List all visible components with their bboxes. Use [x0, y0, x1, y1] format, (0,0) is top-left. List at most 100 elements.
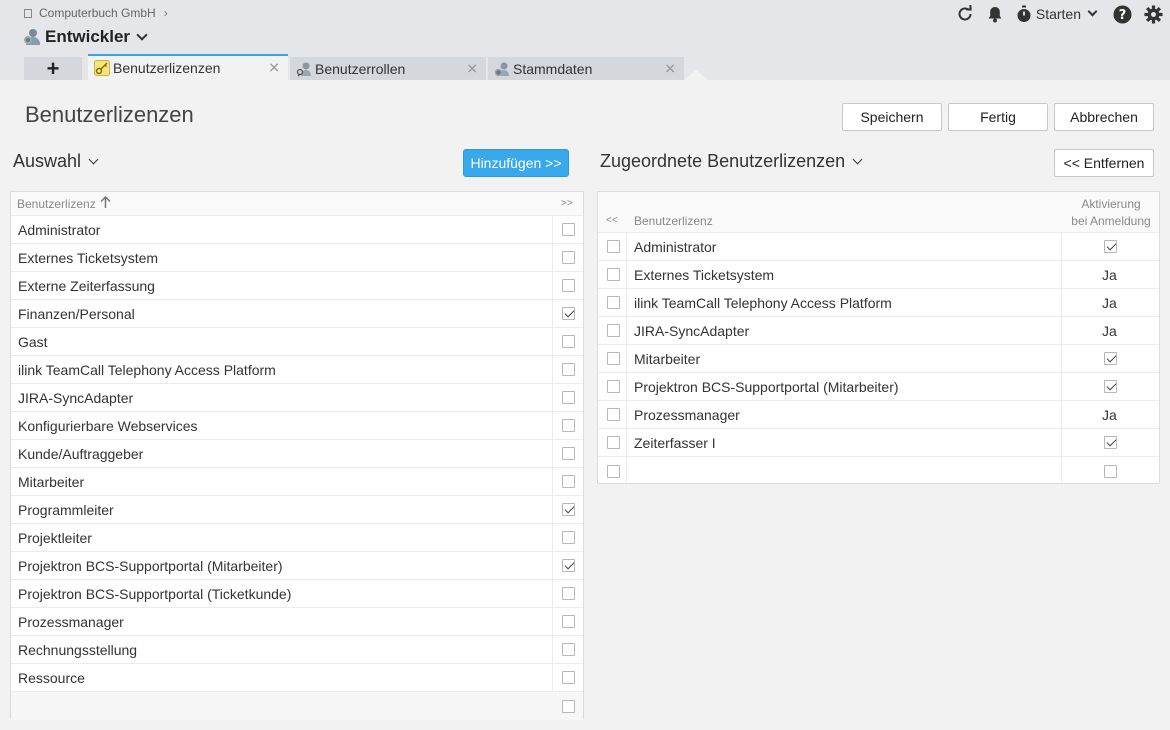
row-checkbox[interactable] [607, 268, 620, 281]
breadcrumb-company[interactable]: Computerbuch GmbH [39, 6, 156, 20]
activation-checkbox[interactable] [1104, 352, 1117, 365]
cancel-button[interactable]: Abbrechen [1054, 103, 1154, 131]
row-checkbox[interactable] [607, 324, 620, 337]
table-row[interactable]: JIRA-SyncAdapter Ja [598, 317, 1159, 345]
breadcrumb[interactable]: Computerbuch GmbH › [24, 6, 168, 20]
context-switcher[interactable]: Entwickler [24, 27, 148, 47]
list-item[interactable]: Projektron BCS-Supportportal (Ticketkund… [11, 580, 583, 608]
license-name: Administrator [18, 221, 101, 238]
column-header-benutzerlizenz[interactable]: Benutzerlizenz [17, 197, 96, 211]
help-icon[interactable]: ? [1106, 0, 1138, 28]
close-icon[interactable]: ✕ [466, 60, 478, 77]
table-row[interactable]: ilink TeamCall Telephony Access Platform… [598, 289, 1159, 317]
list-item[interactable]: Externes Ticketsystem [11, 244, 583, 272]
select-all-header[interactable]: >> [561, 198, 573, 209]
refresh-icon[interactable] [950, 0, 980, 28]
column-header-aktivierung[interactable]: Aktivierung [1062, 197, 1160, 211]
list-item[interactable]: Gast [11, 328, 583, 356]
list-item[interactable]: Externe Zeiterfassung [11, 272, 583, 300]
list-item[interactable]: Prozessmanager [11, 608, 583, 636]
bell-icon[interactable] [980, 0, 1010, 28]
zugeordnet-table: << Benutzerlizenz Aktivierung bei Anmeld… [597, 191, 1160, 484]
deselect-all-header[interactable]: << [606, 215, 618, 226]
list-item[interactable]: Konfigurierbare Webservices [11, 412, 583, 440]
tab-stammdaten[interactable]: Stammdaten ✕ [488, 57, 684, 80]
row-checkbox[interactable] [607, 380, 620, 393]
table-row[interactable]: Projektron BCS-Supportportal (Mitarbeite… [598, 373, 1159, 401]
row-checkbox[interactable] [562, 615, 575, 628]
row-checkbox[interactable] [607, 464, 620, 478]
done-button[interactable]: Fertig [948, 103, 1048, 131]
row-checkbox[interactable] [562, 587, 575, 600]
license-name: Prozessmanager [634, 406, 740, 423]
list-item[interactable]: Mitarbeiter [11, 468, 583, 496]
row-checkbox[interactable] [607, 296, 620, 309]
save-button[interactable]: Speichern [842, 103, 942, 131]
zugeordnet-section-title[interactable]: Zugeordnete Benutzerlizenzen [600, 151, 863, 172]
row-checkbox[interactable] [607, 436, 620, 449]
row-checkbox[interactable] [562, 251, 575, 264]
license-name: Administrator [634, 238, 717, 255]
row-checkbox[interactable] [562, 643, 575, 656]
license-name: Zeiterfasser I [634, 434, 716, 451]
license-name: ilink TeamCall Telephony Access Platform [18, 361, 276, 378]
row-checkbox[interactable] [607, 408, 620, 421]
list-item[interactable]: Rechnungsstellung [11, 636, 583, 664]
list-item[interactable]: JIRA-SyncAdapter [11, 384, 583, 412]
close-icon[interactable]: ✕ [664, 60, 676, 77]
row-checkbox[interactable] [562, 391, 575, 404]
add-button[interactable]: Hinzufügen >> [463, 149, 569, 177]
activation-checkbox[interactable] [1104, 240, 1117, 253]
start-timer-menu[interactable]: Starten [1016, 0, 1098, 28]
list-item[interactable]: Programmleiter [11, 496, 583, 524]
row-checkbox[interactable] [607, 240, 620, 253]
list-item[interactable]: ilink TeamCall Telephony Access Platform [11, 356, 583, 384]
settings-gear-icon[interactable] [1138, 0, 1168, 28]
row-checkbox[interactable] [562, 447, 575, 460]
row-checkbox[interactable] [562, 475, 575, 488]
new-tab-button[interactable]: + [24, 56, 82, 81]
row-checkbox[interactable] [562, 699, 575, 713]
activation-checkbox[interactable] [1104, 436, 1117, 449]
row-checkbox[interactable] [562, 531, 575, 544]
row-checkbox[interactable] [562, 363, 575, 376]
list-item[interactable]: Administrator [11, 216, 583, 244]
table-header: Benutzerlizenz >> [11, 192, 583, 216]
chevron-down-icon [88, 154, 99, 164]
list-item[interactable]: Projektleiter [11, 524, 583, 552]
remove-button[interactable]: << Entfernen [1054, 149, 1154, 177]
close-icon[interactable]: ✕ [268, 60, 280, 77]
table-row[interactable]: Mitarbeiter [598, 345, 1159, 373]
document-icon [24, 8, 32, 18]
activation-checkbox[interactable] [1104, 380, 1117, 393]
list-item[interactable]: Projektron BCS-Supportportal (Mitarbeite… [11, 552, 583, 580]
table-row[interactable]: Administrator [598, 233, 1159, 261]
list-item[interactable]: Kunde/Auftraggeber [11, 440, 583, 468]
row-checkbox[interactable] [562, 419, 575, 432]
row-checkbox[interactable] [607, 352, 620, 365]
table-row[interactable]: Prozessmanager Ja [598, 401, 1159, 429]
tab-benutzerlizenzen[interactable]: Benutzerlizenzen ✕ [88, 54, 288, 80]
row-checkbox[interactable] [562, 671, 575, 684]
row-checkbox[interactable] [562, 503, 575, 516]
row-checkbox[interactable] [562, 335, 575, 348]
license-name: Konfigurierbare Webservices [18, 417, 198, 434]
auswahl-section-title[interactable]: Auswahl [13, 151, 99, 172]
table-row[interactable]: Externes Ticketsystem Ja [598, 261, 1159, 289]
row-checkbox[interactable] [562, 559, 575, 572]
sort-ascending-icon[interactable] [100, 195, 111, 212]
row-checkbox[interactable] [562, 279, 575, 292]
row-checkbox[interactable] [562, 307, 575, 320]
table-header: << Benutzerlizenz Aktivierung bei Anmeld… [598, 192, 1159, 233]
license-name: Ressource [18, 669, 85, 686]
list-item[interactable]: Ressource [11, 664, 583, 692]
list-item[interactable]: Finanzen/Personal [11, 300, 583, 328]
table-row[interactable]: Zeiterfasser I [598, 429, 1159, 457]
activation-checkbox[interactable] [1104, 464, 1117, 478]
license-name: ilink TeamCall Telephony Access Platform [634, 294, 892, 311]
tab-benutzerrollen[interactable]: Benutzerrollen ✕ [290, 57, 486, 80]
license-name: Programmleiter [18, 501, 114, 518]
tab-bar-notch [684, 70, 708, 80]
row-checkbox[interactable] [562, 223, 575, 236]
column-header-benutzerlizenz[interactable]: Benutzerlizenz [634, 214, 713, 228]
